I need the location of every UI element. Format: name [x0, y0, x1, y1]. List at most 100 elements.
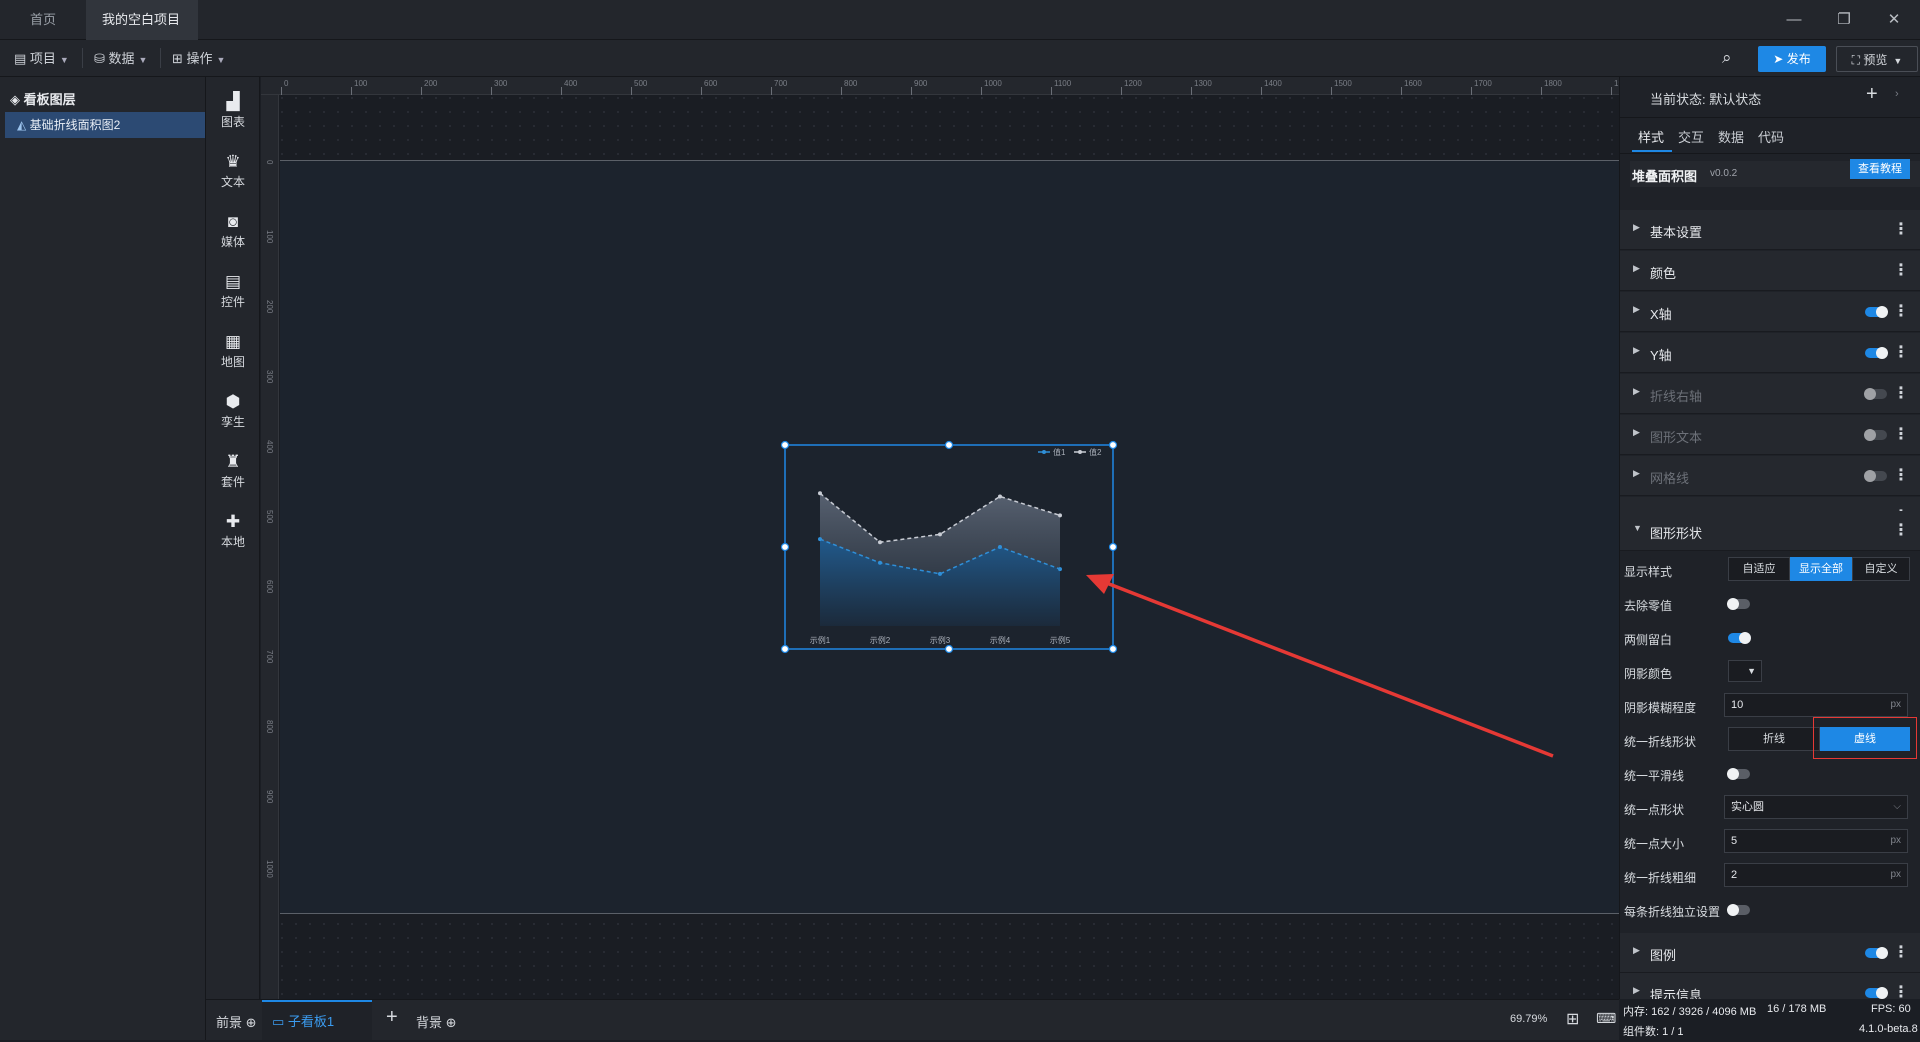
component-chart[interactable]: ▟ 图表	[206, 85, 260, 135]
component-text[interactable]: ♛ 文本	[206, 145, 260, 195]
board-tab[interactable]: ▭ 子看板1	[262, 1000, 372, 1040]
ruler-label: 700	[265, 650, 274, 664]
preview-button[interactable]: ⛶ 预览 ▼	[1836, 46, 1918, 72]
tab-interact[interactable]: 交互	[1678, 127, 1704, 146]
resize-handle	[780, 542, 790, 552]
ruler-tick	[281, 87, 282, 95]
x-tick-label: 示例3	[930, 635, 951, 645]
section-1[interactable]: ▶ 颜色 ⋮	[1620, 251, 1920, 291]
side-gap-toggle[interactable]	[1728, 632, 1751, 644]
add-circle-icon[interactable]: ⊕	[446, 1015, 457, 1030]
background-tab[interactable]: 背景 ⊕	[416, 1012, 457, 1031]
publish-button[interactable]: ➤ 发布	[1758, 46, 1826, 72]
more-icon[interactable]: ⋮	[1893, 301, 1909, 321]
independent-toggle[interactable]	[1727, 904, 1750, 916]
component-local[interactable]: ✚ 本地	[206, 505, 260, 555]
section-toggle[interactable]	[1864, 429, 1887, 441]
section-toggle[interactable]	[1864, 388, 1887, 400]
section-legend[interactable]: ▶ 图例 ⋮	[1620, 933, 1920, 973]
point-size-input[interactable]: 5 px	[1724, 829, 1908, 853]
database-icon: ⛁	[94, 51, 109, 66]
row-independent: 每条折线独立设置	[1620, 893, 1920, 927]
more-icon[interactable]: ⋮	[1893, 424, 1909, 444]
shadow-blur-input[interactable]: 10 px	[1724, 693, 1908, 717]
display-all-option[interactable]: 显示全部	[1790, 557, 1852, 581]
data-point	[998, 494, 1002, 499]
minimize-icon[interactable]: —	[1768, 0, 1820, 40]
tab-project[interactable]: 我的空白项目	[86, 0, 198, 65]
ruler-label: 500	[634, 79, 648, 88]
more-icon[interactable]: ⋮	[1893, 942, 1909, 962]
component-twin[interactable]: ⬢ 孪生	[206, 385, 260, 435]
ruler-label: 100	[265, 230, 274, 244]
section-0[interactable]: ▶ 基本设置 ⋮	[1620, 210, 1920, 250]
section-6[interactable]: ▶ 网格线 ⋮	[1620, 456, 1920, 496]
component-kit[interactable]: ♜ 套件	[206, 445, 260, 495]
fit-screen-icon[interactable]: ⊞	[1566, 1009, 1579, 1029]
line-width-input[interactable]: 2 px	[1724, 863, 1908, 887]
ruler-tick	[1541, 87, 1542, 95]
row-remove-zero: 去除零值	[1620, 587, 1920, 621]
layer-item[interactable]: ◭ 基础折线面积图2	[5, 112, 205, 138]
section-toggle[interactable]	[1864, 470, 1887, 482]
section-3[interactable]: ▶ Y轴 ⋮	[1620, 333, 1920, 373]
more-icon[interactable]: ⋮	[1893, 982, 1909, 999]
more-icon[interactable]: ⋮	[1893, 342, 1909, 362]
tutorial-button[interactable]: 查看教程	[1850, 159, 1910, 179]
more-icon[interactable]: ⋮	[1893, 219, 1909, 239]
area-chart-widget[interactable]: 值1 值2 示例1 示例2 示例3 示例4 示例5	[780, 440, 1120, 656]
section-4[interactable]: ▶ 折线右轴 ⋮	[1620, 374, 1920, 414]
display-adaptive-option[interactable]: 自适应	[1728, 557, 1790, 581]
more-icon[interactable]: ⋮	[1893, 383, 1909, 403]
foreground-tab[interactable]: 前景 ⊕	[216, 1012, 257, 1031]
row-smooth: 统一平滑线	[1620, 757, 1920, 791]
search-icon[interactable]: ⌕	[1722, 48, 1732, 68]
menu-operate[interactable]: ⊞ 操作 ▼	[164, 40, 233, 77]
close-icon[interactable]: ✕	[1868, 0, 1920, 40]
section-5[interactable]: ▶ 图形文本 ⋮	[1620, 415, 1920, 455]
shadow-color-picker[interactable]: ▼	[1728, 660, 1762, 682]
keyboard-icon[interactable]: ⌨	[1596, 1010, 1616, 1027]
legend-marker	[1042, 450, 1046, 454]
restore-icon[interactable]: ❐	[1818, 0, 1870, 40]
section-shape[interactable]: ▼ 图形形状 ⋮	[1620, 511, 1920, 551]
chevron-down-icon: ▼	[1633, 523, 1642, 533]
ruler-label: 800	[844, 79, 858, 88]
chevron-right-icon[interactable]: ›	[1895, 88, 1899, 100]
ruler-label: 200	[265, 300, 274, 314]
tab-home[interactable]: 首页	[14, 0, 72, 40]
menu-project[interactable]: ▤ 项目 ▼	[6, 40, 77, 77]
tooltip-toggle[interactable]	[1865, 987, 1888, 999]
highlight-box	[1813, 717, 1917, 759]
display-custom-option[interactable]: 自定义	[1852, 557, 1910, 581]
menu-data[interactable]: ⛁ 数据 ▼	[86, 40, 155, 77]
more-icon[interactable]: ⋮	[1893, 520, 1909, 540]
component-control[interactable]: ▤ 控件	[206, 265, 260, 315]
tab-style[interactable]: 样式	[1638, 127, 1664, 146]
remove-zero-toggle[interactable]	[1727, 598, 1750, 610]
zoom-level[interactable]: 69.79%	[1510, 1013, 1547, 1025]
ruler-tick	[1401, 87, 1402, 95]
smooth-toggle[interactable]	[1727, 768, 1750, 780]
ruler-tick	[1471, 87, 1472, 95]
component-map[interactable]: ▦ 地图	[206, 325, 260, 375]
legend-toggle[interactable]	[1865, 947, 1888, 959]
data-point	[818, 491, 822, 496]
point-shape-select[interactable]: 实心圆 ⌵	[1724, 795, 1908, 819]
line-solid-option[interactable]: 折线	[1728, 727, 1820, 751]
section-2[interactable]: ▶ X轴 ⋮	[1620, 292, 1920, 332]
add-circle-icon[interactable]: ⊕	[246, 1015, 257, 1030]
monitor-icon: ▭	[272, 1014, 288, 1029]
tab-data[interactable]: 数据	[1718, 127, 1744, 146]
add-board-icon[interactable]: +	[386, 1006, 398, 1029]
add-state-icon[interactable]: +	[1866, 83, 1878, 106]
resize-handle	[944, 644, 954, 654]
more-icon[interactable]: ⋮	[1893, 465, 1909, 485]
tab-code[interactable]: 代码	[1758, 127, 1784, 146]
version-label: 4.1.0-beta.8	[1859, 1023, 1918, 1035]
section-toggle[interactable]	[1865, 306, 1888, 318]
more-icon[interactable]: ⋮	[1893, 260, 1909, 280]
section-toggle[interactable]	[1865, 347, 1888, 359]
component-media[interactable]: ◙ 媒体	[206, 205, 260, 255]
section-tooltip[interactable]: ▶ 提示信息 ⋮	[1620, 973, 1920, 999]
